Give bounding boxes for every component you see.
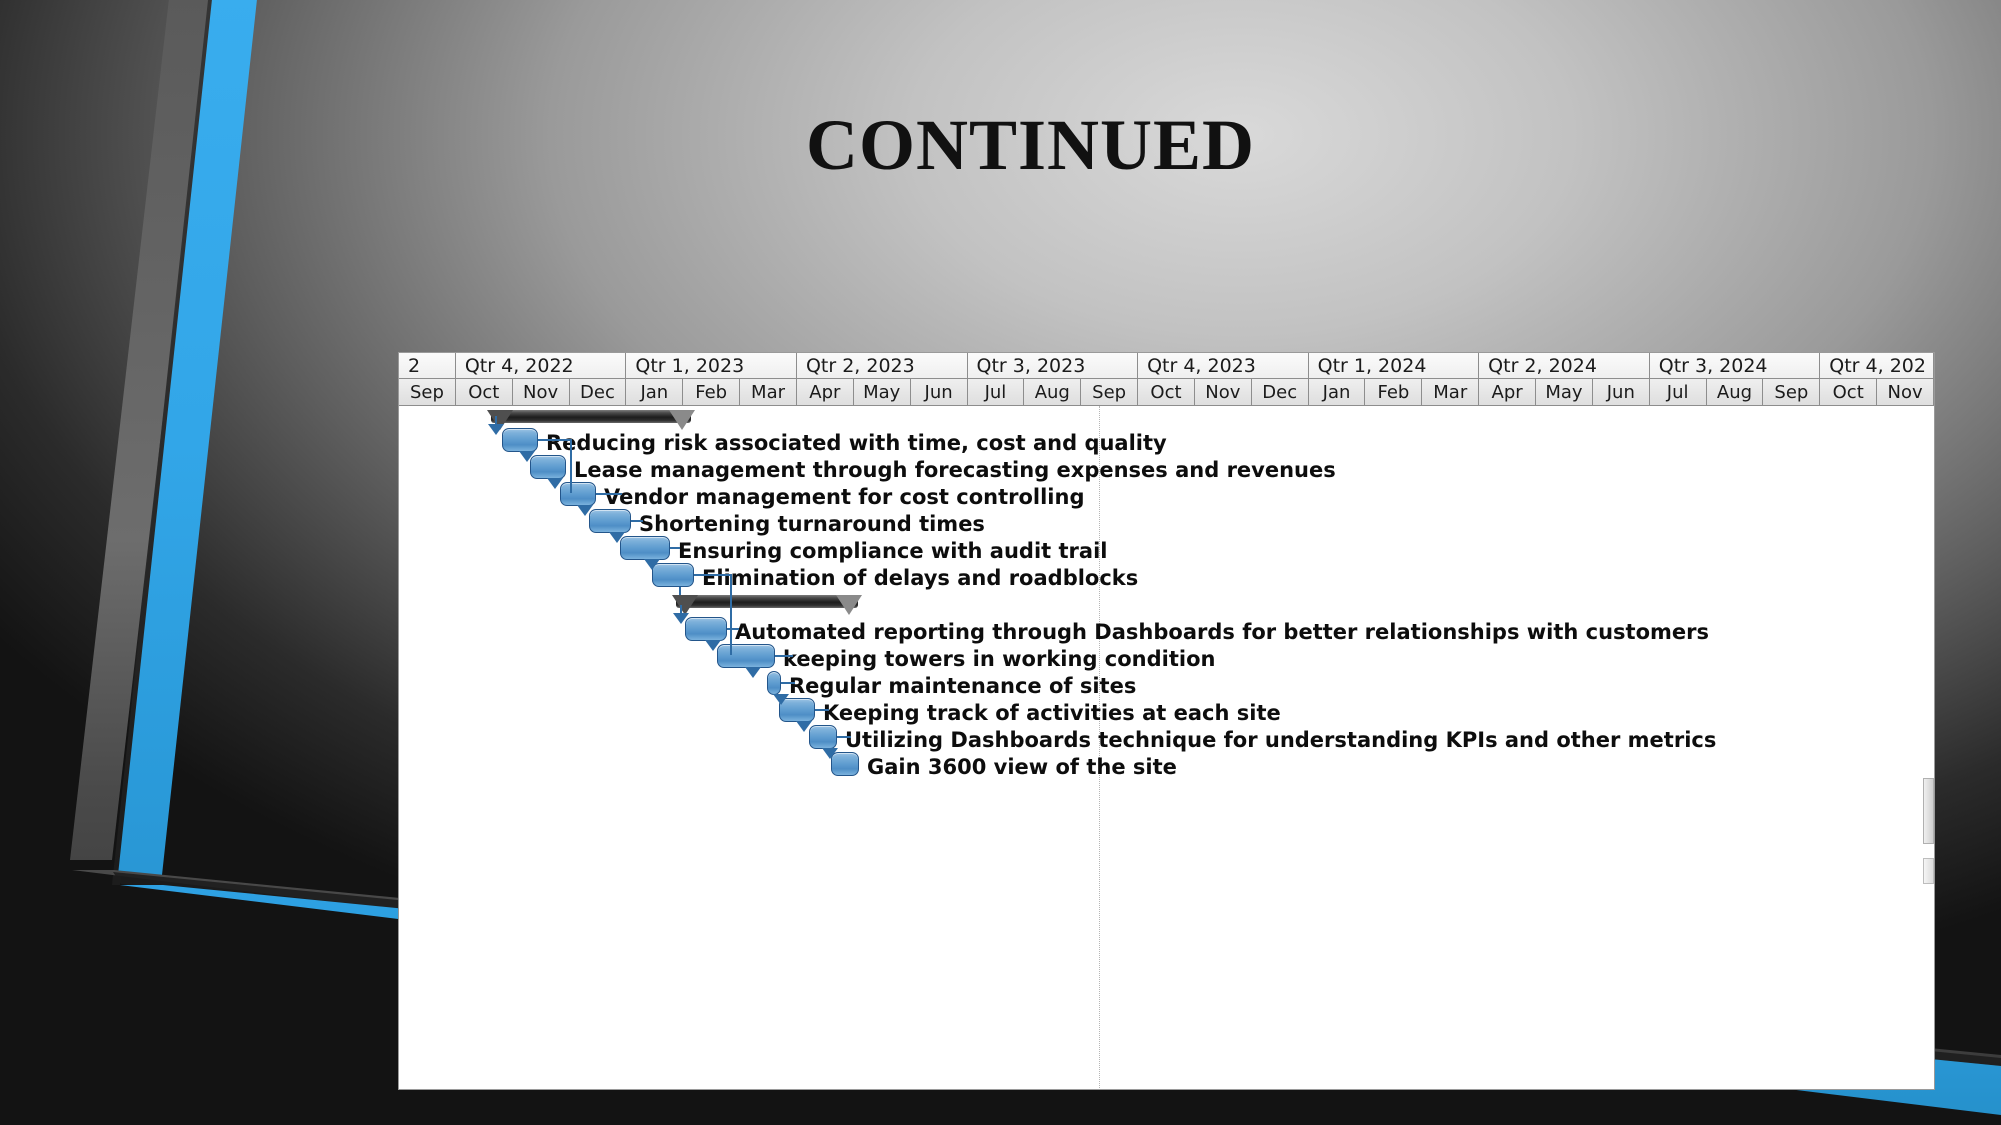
timescale-quarter-cell: Qtr 4, 2022 — [456, 353, 627, 378]
timescale-month-cell: Mar — [1422, 379, 1480, 405]
timescale-month-cell: May — [1536, 379, 1593, 405]
timescale-month-cell: May — [854, 379, 911, 405]
gantt-link-arrow — [796, 721, 812, 732]
timescale-month-row: Sep Oct Nov Dec Jan Feb Mar Apr May Jun Jul Aug Sep O… — [399, 379, 1934, 406]
timescale-month-cell: Feb — [683, 379, 741, 405]
gantt-task-bar — [589, 509, 631, 533]
vertical-scrollbar-track[interactable] — [1923, 858, 1934, 884]
timescale-month-cell: Apr — [797, 379, 854, 405]
timescale-month-cell: Jul — [1650, 379, 1707, 405]
gantt-link-arrow — [745, 667, 761, 678]
gantt-link-line — [679, 587, 681, 595]
timescale-quarter-cell: Qtr 1, 2024 — [1309, 353, 1480, 378]
timescale-month-cell: Mar — [740, 379, 797, 405]
timescale-quarter-cell: Qtr 4, 2023 — [1138, 353, 1309, 378]
gantt-link-line — [570, 439, 572, 493]
summary-bar-end-cap — [669, 410, 695, 430]
gantt-task-label: Lease management through forecasting exp… — [574, 458, 1336, 482]
page-title: CONTINUED — [805, 105, 1256, 185]
gantt-link-arrow — [609, 532, 625, 543]
gantt-link-line — [538, 439, 570, 441]
gantt-link-line — [670, 547, 680, 549]
gantt-link-line — [694, 574, 730, 576]
timescale-month-cell: Jun — [1593, 379, 1650, 405]
timescale-month-cell: Jan — [1309, 379, 1366, 405]
gantt-task-bar — [502, 428, 538, 452]
gantt-link-arrow — [705, 640, 721, 651]
gantt-link-arrow — [519, 451, 535, 462]
timescale-quarter-cell: Qtr 1, 2023 — [626, 353, 797, 378]
gantt-task-bar — [767, 671, 781, 695]
timescale-quarter-row: 2 Qtr 4, 2022 Qtr 1, 2023 Qtr 2, 2023 Qtr 3,… — [399, 353, 1934, 379]
gantt-chart-image: 2 Qtr 4, 2022 Qtr 1, 2023 Qtr 2, 2023 Qtr 3,… — [398, 352, 1935, 1090]
gantt-task-bar — [560, 482, 596, 506]
timescale-month-cell: Apr — [1479, 379, 1537, 405]
timescale-quarter-cell: Qtr 2, 2024 — [1479, 353, 1650, 378]
summary-bar-end-cap — [836, 595, 862, 615]
gantt-task-label: Gain 3600 view of the site — [867, 755, 1177, 779]
timescale-month-cell: Sep — [1763, 379, 1821, 405]
gantt-link-arrow — [547, 478, 563, 489]
gantt-link-line — [596, 493, 622, 495]
timescale-quarter-cell: Qtr 3, 2023 — [968, 353, 1139, 378]
gantt-link-arrow — [644, 559, 660, 570]
gantt-task-label: Vendor management for cost controlling — [604, 485, 1085, 509]
timescale-month-cell: Aug — [1024, 379, 1082, 405]
timescale-month-cell: Oct — [456, 379, 513, 405]
timescale-quarter-cell: 2 — [399, 353, 456, 378]
gantt-timescale-header: 2 Qtr 4, 2022 Qtr 1, 2023 Qtr 2, 2023 Qtr 3,… — [399, 353, 1934, 406]
timescale-month-cell: Jan — [626, 379, 684, 405]
gantt-task-bar — [530, 455, 566, 479]
gantt-task-bar — [809, 725, 837, 749]
gantt-summary-bar — [491, 410, 691, 423]
gantt-link-line — [775, 655, 793, 657]
gantt-task-bar — [685, 617, 727, 641]
gantt-link-line — [631, 520, 643, 522]
gantt-link-line — [727, 628, 739, 630]
gantt-link-line — [815, 709, 829, 711]
gantt-link-line — [837, 736, 851, 738]
gantt-task-label: keeping towers in working condition — [783, 647, 1216, 671]
gantt-link-arrow — [673, 613, 689, 624]
timescale-month-cell: Sep — [399, 379, 456, 405]
timescale-month-cell: Sep — [1081, 379, 1139, 405]
timescale-month-cell: Oct — [1138, 379, 1195, 405]
gantt-link-arrow — [822, 748, 838, 759]
timescale-month-cell: Dec — [1252, 379, 1309, 405]
gantt-link-arrow — [488, 424, 504, 435]
gantt-task-label: Regular maintenance of sites — [789, 674, 1137, 698]
gantt-link-line — [730, 574, 732, 655]
timescale-month-cell: Feb — [1365, 379, 1423, 405]
gantt-task-label: Utilizing Dashboards technique for under… — [845, 728, 1717, 752]
gantt-task-label: Reducing risk associated with time, cost… — [546, 431, 1167, 455]
gantt-summary-bar — [676, 595, 858, 608]
gantt-chart-body: Reducing risk associated with time, cost… — [399, 406, 1934, 1089]
gantt-task-bar — [620, 536, 670, 560]
gantt-link-line — [781, 682, 795, 684]
summary-bar-start-cap — [672, 595, 698, 615]
gantt-link-arrow — [773, 694, 789, 705]
timescale-month-cell: Oct — [1820, 379, 1878, 405]
timescale-month-cell: Dec — [570, 379, 627, 405]
gantt-task-label: Shortening turnaround times — [639, 512, 985, 536]
timescale-quarter-cell: Qtr 3, 2024 — [1650, 353, 1821, 378]
timescale-month-cell: Nov — [513, 379, 570, 405]
slide-canvas: CONTINUED 2 Qtr 4, 2022 Qtr 1, 2023 Qtr 2, … — [0, 0, 2001, 1125]
timescale-month-cell: Aug — [1707, 379, 1764, 405]
timescale-month-cell: Jul — [968, 379, 1025, 405]
gantt-link-arrow — [577, 505, 593, 516]
gantt-task-label: Keeping track of activities at each site — [823, 701, 1281, 725]
timescale-quarter-cell: Qtr 2, 2023 — [797, 353, 968, 378]
gantt-task-label: Automated reporting through Dashboards f… — [735, 620, 1709, 644]
gantt-task-label: Elimination of delays and roadblocks — [702, 566, 1139, 590]
vertical-scrollbar-thumb[interactable] — [1923, 778, 1934, 844]
gantt-task-bar — [717, 644, 775, 668]
gantt-task-label: Ensuring compliance with audit trail — [678, 539, 1108, 563]
timescale-month-cell: Nov — [1195, 379, 1252, 405]
timescale-month-cell: Jun — [911, 379, 968, 405]
timescale-month-cell: Nov — [1877, 379, 1934, 405]
timescale-quarter-cell: Qtr 4, 202 — [1820, 353, 1934, 378]
